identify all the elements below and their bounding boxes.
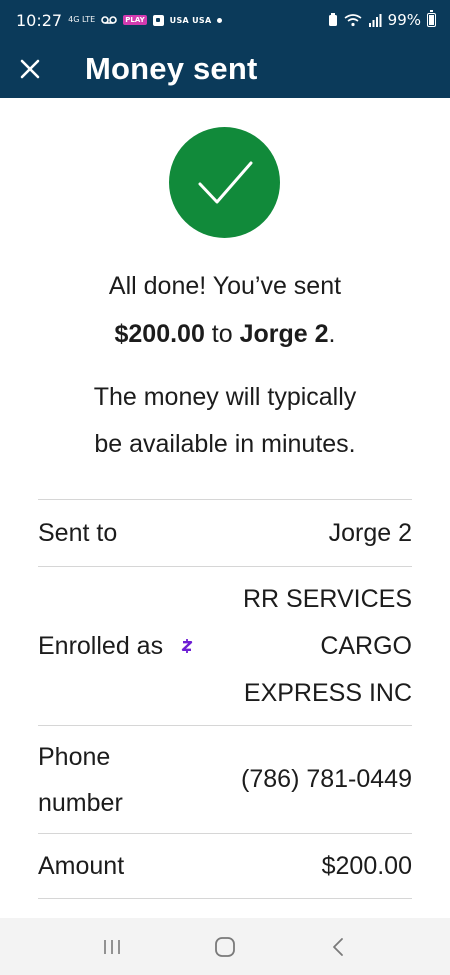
enrolled-as-label-group: Enrolled as — [38, 632, 193, 661]
sent-amount: $200.00 — [114, 320, 205, 348]
close-button[interactable] — [0, 40, 60, 98]
sent-to-value: Jorge 2 — [328, 518, 412, 547]
home-button[interactable] — [205, 927, 245, 967]
enrolled-as-label: Enrolled as — [38, 631, 164, 660]
app-notification-icon — [152, 14, 164, 26]
enrolled-as-value: RR SERVICES CARGO EXPRESS INC — [243, 576, 412, 717]
phone-value: (786) 781-0449 — [241, 765, 412, 793]
confirmation-line2: $200.00 to Jorge 2. — [0, 320, 450, 349]
zelle-icon — [181, 638, 193, 654]
amount-value: $200.00 — [321, 851, 412, 880]
enrolled-as-line-2: CARGO — [320, 631, 412, 660]
battery-icon — [427, 10, 436, 27]
voicemail-icon — [101, 16, 118, 24]
usa-text: USA USA — [169, 15, 212, 25]
home-icon — [215, 936, 235, 957]
signal-icon — [368, 14, 382, 27]
to-word: to — [204, 320, 240, 348]
detail-row-phone: Phone number (786) 781-0449 — [38, 725, 412, 833]
detail-row-enrolled-as: Enrolled as RR SERVICES CARGO EXPRESS IN… — [38, 566, 412, 725]
success-badge — [169, 127, 280, 238]
status-bar: 10:27 4G LTE PLAY USA USA 99% — [0, 0, 450, 40]
phone-label-line-1: Phone — [38, 742, 111, 771]
notification-dot-icon — [217, 17, 223, 23]
detail-row-amount: Amount $200.00 — [38, 833, 412, 899]
status-left: 10:27 4G LTE PLAY USA USA — [16, 10, 223, 30]
status-right: 99% — [328, 10, 436, 29]
recent-apps-button[interactable] — [92, 927, 132, 967]
enrolled-as-line-3: EXPRESS INC — [243, 678, 412, 707]
battery-saver-icon — [328, 13, 337, 26]
checkmark-icon — [198, 161, 252, 203]
play-chip: PLAY — [123, 15, 147, 25]
sent-recipient: Jorge 2 — [239, 320, 329, 348]
period: . — [328, 320, 336, 348]
availability-line1: The money will typically — [93, 383, 357, 411]
phone-label: Phone number — [38, 734, 123, 826]
app-header: Money sent — [0, 40, 450, 98]
detail-row-sent-to: Sent to Jorge 2 — [38, 499, 412, 566]
phone-label-line-2: number — [38, 788, 123, 817]
page-title: Money sent — [85, 51, 258, 86]
transfer-details: Sent to Jorge 2 Enrolled as RR SERVICES … — [38, 499, 412, 899]
confirmation-line1: All done! You’ve sent — [108, 272, 342, 300]
network-label: 4G LTE — [68, 15, 96, 24]
enrolled-as-line-1: RR SERVICES — [242, 584, 412, 613]
back-icon — [333, 937, 344, 956]
wifi-icon — [344, 14, 362, 27]
battery-percent: 99% — [387, 11, 421, 29]
system-nav-bar — [0, 918, 450, 975]
recent-apps-icon — [103, 939, 120, 954]
back-button[interactable] — [318, 927, 358, 967]
availability-line2: be available in minutes. — [94, 430, 356, 458]
amount-label: Amount — [38, 851, 125, 880]
status-time: 10:27 — [16, 10, 63, 30]
close-icon — [20, 59, 40, 79]
sent-to-label: Sent to — [38, 518, 118, 547]
